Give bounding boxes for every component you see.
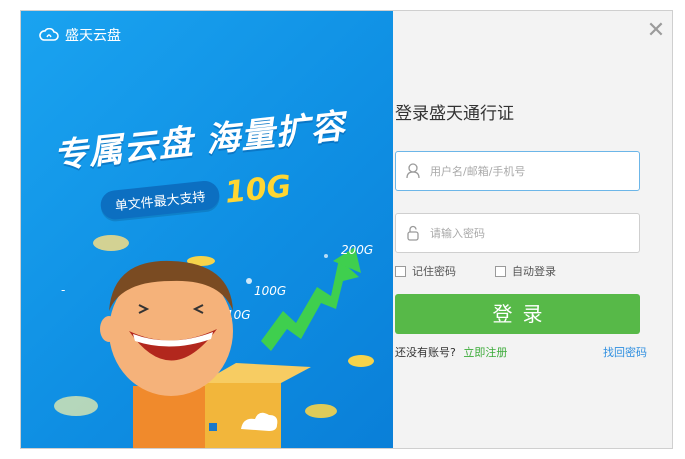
remember-label: 记住密码 [412, 265, 456, 278]
username-field[interactable] [395, 151, 640, 191]
autologin-checkbox[interactable] [495, 265, 506, 277]
login-dialog: 盛天云盘 专属云盘 海量扩容 单文件最大支持 10G 200G 100G 10G [20, 10, 673, 449]
mascot-illustration [100, 260, 311, 448]
autologin-label: 自动登录 [512, 265, 556, 278]
forgot-password-link[interactable]: 找回密码 [603, 344, 647, 360]
promo-banner: 盛天云盘 专属云盘 海量扩容 单文件最大支持 10G 200G 100G 10G [21, 11, 393, 448]
register-row: 还没有账号? 立即注册 [395, 344, 507, 360]
form-title: 登录盛天通行证 [395, 104, 514, 124]
password-input[interactable] [428, 225, 622, 241]
lock-icon [407, 225, 419, 241]
remember-checkbox[interactable] [395, 265, 406, 277]
register-link[interactable]: 立即注册 [463, 346, 507, 359]
close-icon[interactable]: ✕ [644, 19, 668, 43]
remember-password[interactable]: 记住密码 [395, 263, 456, 279]
decor-dash: - [61, 283, 66, 297]
auto-login[interactable]: 自动登录 [495, 263, 556, 279]
user-icon [406, 163, 420, 179]
username-input[interactable] [428, 163, 622, 179]
login-button[interactable]: 登录 [395, 294, 640, 334]
password-field[interactable] [395, 213, 640, 253]
no-account-text: 还没有账号? [395, 346, 456, 359]
